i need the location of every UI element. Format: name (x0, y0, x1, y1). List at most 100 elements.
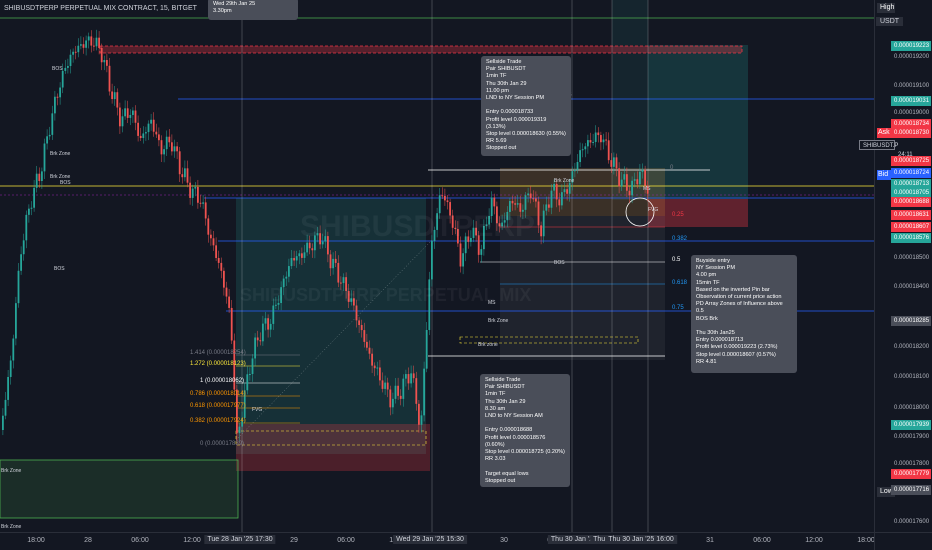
candle-body (574, 169, 576, 172)
time-tick-label: 18:00 (27, 537, 45, 544)
candle-body (592, 141, 594, 143)
candle-body (579, 150, 581, 163)
ask-badge: Ask (877, 128, 891, 138)
candle-body (126, 108, 129, 118)
lower-demand-zone[interactable] (0, 459, 239, 519)
time-axis[interactable]: 18:002806:0012:002906:0012:003006:003106… (0, 532, 875, 550)
candle-body (568, 182, 571, 194)
candle-body (407, 374, 410, 384)
note-sellside-am[interactable]: Sellside Trade Pair SHIBUSDT 1min TF Thu… (480, 374, 570, 487)
fib-left-label-1: 1 (0.000018062) (200, 378, 245, 384)
candle-body (33, 187, 35, 208)
candle-body (288, 266, 290, 277)
time-crosshair-label: Thu 30 Jan '25 16:00 (605, 535, 677, 544)
candle-body (605, 139, 607, 141)
price-tick-label: 0.000018631 (891, 210, 931, 220)
time-tick-label: 06:00 (131, 537, 149, 544)
candle-body (639, 171, 641, 185)
candle-body (72, 51, 74, 55)
candle-body (295, 256, 298, 261)
candle-body (251, 358, 254, 374)
candle-body (173, 146, 176, 152)
fib-right-label-0618: 0.618 (672, 280, 688, 286)
candle-body (431, 240, 433, 280)
candle-body (298, 253, 301, 257)
price-tick-label: 0.000017600 (894, 519, 930, 525)
bos-label-2: BOS (54, 266, 65, 272)
fib-right-label-05: 0.5 (672, 257, 681, 263)
candle-body (106, 60, 108, 66)
note-buyside-entry[interactable]: Buyside entry NY Session PM 4.00 pm 15mi… (691, 255, 797, 373)
price-chart-pane[interactable]: BOS BOS Brk Zone Brk Zone BOS Brk Zone B… (0, 0, 874, 532)
candle-body (548, 204, 550, 208)
candle-body (150, 119, 152, 124)
candle-body (527, 193, 529, 196)
candle-body (537, 201, 540, 226)
axis-corner (874, 532, 932, 550)
price-tick-label: 0.000018500 (894, 255, 930, 261)
candle-body (555, 183, 558, 200)
time-tick-label: 12:00 (183, 537, 201, 544)
candle-body (77, 45, 80, 53)
candle-body (212, 238, 215, 246)
candle-body (381, 380, 384, 389)
candle-body (376, 367, 379, 369)
candle-body (532, 198, 535, 200)
candle-body (22, 240, 25, 255)
candle-body (160, 140, 163, 155)
resistance-zone[interactable] (99, 45, 743, 54)
candle-body (587, 140, 589, 147)
candle-body (581, 149, 584, 151)
candle-body (355, 305, 358, 321)
candle-body (184, 168, 186, 178)
candle-body (306, 242, 308, 253)
candle-body (113, 92, 116, 100)
candle-body (545, 204, 548, 211)
candle-body (358, 320, 360, 326)
price-tick-label: 0.000017939 (891, 420, 931, 430)
price-tick-label: 0.000018730 (891, 128, 931, 138)
price-axis[interactable]: High Low Ask Bid SHIBUSDT.P 24:11 0.0000… (859, 0, 932, 532)
time-crosshair-label: Thu 30 Jan '2 (547, 535, 597, 544)
candle-body (535, 198, 537, 202)
candle-body (264, 318, 267, 324)
candle-body (15, 303, 17, 339)
candle-body (238, 426, 241, 434)
note-sellside-pm[interactable]: Sellside Trade Pair SHIBUSDT 1min TF Thu… (481, 56, 571, 156)
candle-body (607, 140, 610, 161)
time-tick-label: 31 (706, 537, 714, 544)
price-tick-label: 0.000019200 (894, 54, 930, 60)
candle-body (480, 249, 483, 255)
candle-body (103, 60, 106, 63)
ms-label-3: MS (643, 186, 651, 192)
candle-body (43, 143, 46, 172)
candle-body (262, 323, 264, 342)
currency-selector[interactable]: USDT (876, 17, 904, 26)
price-tick-label: 0.000019000 (894, 110, 930, 116)
candle-body (415, 378, 418, 404)
candle-body (46, 136, 48, 144)
zone-label-bottom-2: Brk Zone (1, 524, 22, 530)
candle-body (553, 183, 555, 191)
candle-body (163, 149, 165, 155)
bos-label-3: BOS (60, 180, 71, 186)
candle-body (337, 262, 340, 283)
symbol-title[interactable]: SHIBUSDTPERP PERPETUAL MIX CONTRACT, 15,… (4, 5, 197, 12)
fib-left-label-0786: 0.786 (0.000018014) (190, 391, 246, 397)
time-crosshair-label: Wed 29 Jan '25 15:30 (393, 535, 467, 544)
candle-body (54, 96, 56, 114)
price-tick-label: 0.000019100 (894, 83, 930, 89)
note-top[interactable]: Wed 29th Jan 25 3.30pm (208, 0, 298, 20)
fib-right-label-025: 0.25 (672, 212, 684, 218)
candle-body (584, 146, 587, 150)
price-tick-label: 0.000017716 (891, 485, 931, 495)
candle-body (420, 415, 423, 425)
candle-body (38, 173, 41, 181)
time-tick-label: 28 (84, 537, 92, 544)
candle-body (64, 67, 67, 71)
time-tick-label: 30 (500, 537, 508, 544)
candle-body (405, 374, 407, 379)
candle-body (394, 385, 397, 399)
candle-body (511, 201, 514, 204)
candle-body (41, 171, 43, 181)
